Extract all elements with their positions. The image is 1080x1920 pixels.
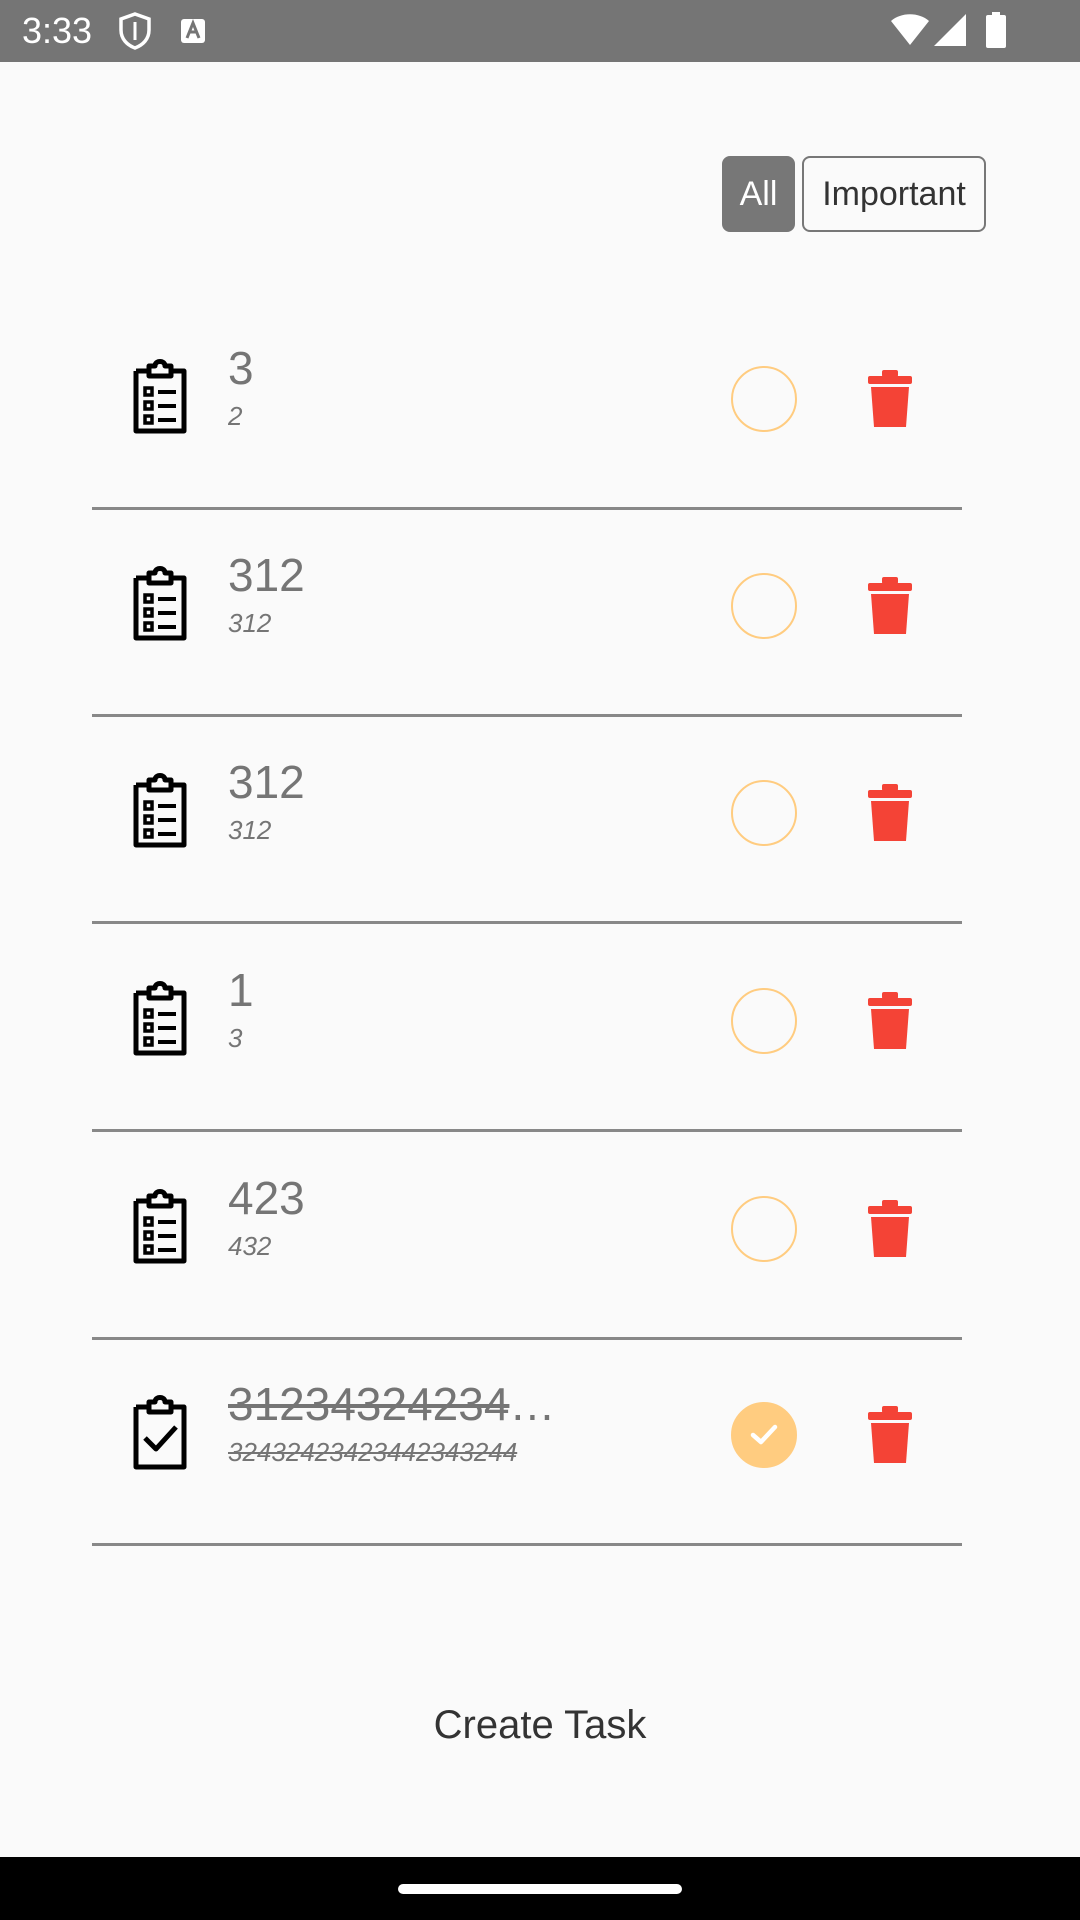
- clipboard-list-icon: [130, 772, 190, 848]
- task-row[interactable]: 423 432: [0, 1131, 1080, 1340]
- status-bar: 3:33: [0, 0, 1080, 62]
- trash-icon[interactable]: [865, 991, 915, 1051]
- complete-toggle[interactable]: [731, 573, 797, 639]
- task-subtitle: 312: [228, 608, 272, 638]
- task-subtitle: 3: [228, 1023, 243, 1053]
- battery-icon: [985, 12, 1007, 53]
- complete-toggle[interactable]: [731, 1402, 797, 1468]
- task-row[interactable]: 312 312: [0, 508, 1080, 717]
- home-gesture-handle[interactable]: [398, 1884, 682, 1894]
- trash-icon[interactable]: [865, 369, 915, 429]
- shield-icon: [118, 12, 152, 55]
- trash-icon[interactable]: [865, 1199, 915, 1259]
- create-task-button[interactable]: Create Task: [380, 1690, 700, 1760]
- complete-toggle[interactable]: [731, 780, 797, 846]
- navigation-bar: [0, 1857, 1080, 1920]
- complete-toggle[interactable]: [731, 1196, 797, 1262]
- status-time: 3:33: [22, 10, 93, 51]
- clipboard-list-icon: [130, 358, 190, 434]
- signal-icon: [932, 12, 968, 53]
- trash-icon[interactable]: [865, 576, 915, 636]
- trash-icon[interactable]: [865, 1405, 915, 1465]
- task-title: 423: [228, 1172, 305, 1224]
- task-row[interactable]: 312343242343… 32432423423442343244: [0, 1337, 1080, 1546]
- task-subtitle: 432: [228, 1231, 272, 1261]
- task-title: 312: [228, 549, 305, 601]
- task-subtitle: 2: [228, 401, 243, 431]
- complete-toggle[interactable]: [731, 988, 797, 1054]
- filter-all-button[interactable]: All: [722, 156, 795, 232]
- task-title: 312: [228, 756, 305, 808]
- clipboard-check-icon: [130, 1394, 190, 1470]
- task-row[interactable]: 312 312: [0, 715, 1080, 924]
- divider: [92, 1543, 962, 1546]
- task-title: 1: [228, 964, 254, 1016]
- filter-important-button[interactable]: Important: [802, 156, 986, 232]
- task-title: 312343242343…: [228, 1378, 573, 1430]
- task-row[interactable]: 1 3: [0, 923, 1080, 1132]
- clipboard-list-icon: [130, 565, 190, 641]
- clipboard-list-icon: [130, 980, 190, 1056]
- task-row[interactable]: 3 2: [0, 301, 1080, 510]
- task-subtitle: 312: [228, 815, 272, 845]
- wifi-icon: [890, 12, 930, 51]
- clipboard-list-icon: [130, 1188, 190, 1264]
- keyboard-notification-icon: [180, 18, 206, 49]
- trash-icon[interactable]: [865, 783, 915, 843]
- task-subtitle: 32432423423442343244: [228, 1437, 518, 1467]
- complete-toggle[interactable]: [731, 366, 797, 432]
- task-title: 3: [228, 342, 254, 394]
